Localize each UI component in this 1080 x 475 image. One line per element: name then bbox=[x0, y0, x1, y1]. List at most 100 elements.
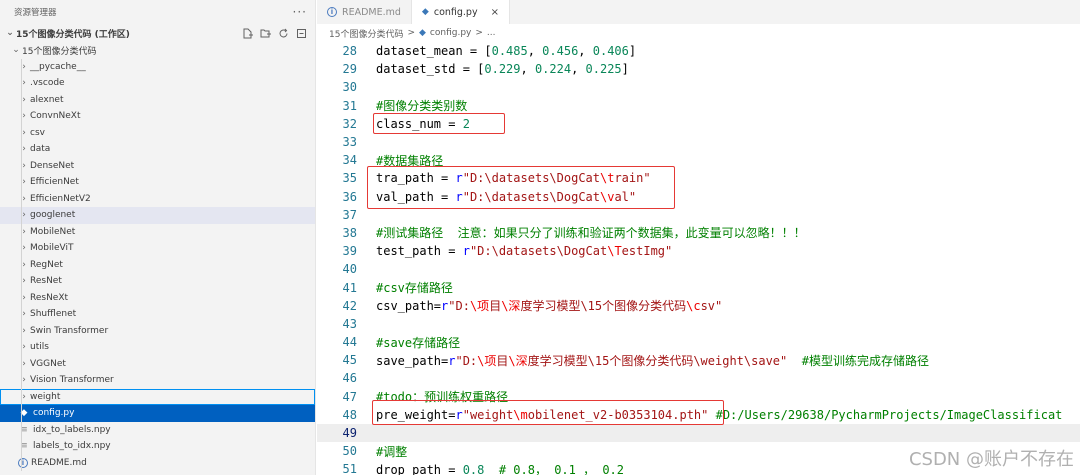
indent-guide bbox=[21, 75, 22, 92]
code-token: #调整 bbox=[376, 444, 408, 459]
close-icon[interactable]: × bbox=[491, 7, 499, 18]
code-line[interactable]: 39 test_path = r"D:\datasets\DogCat\TestI… bbox=[317, 242, 1080, 260]
code-token: , bbox=[578, 44, 593, 59]
tab-label: README.md bbox=[342, 6, 401, 18]
code-line[interactable]: 43 bbox=[317, 315, 1080, 333]
chevron-right-icon: › bbox=[22, 177, 26, 188]
tree-folder-item[interactable]: › ResNet bbox=[0, 273, 315, 290]
info-icon: i bbox=[18, 457, 28, 468]
chevron-right-icon: › bbox=[22, 61, 26, 72]
highlight-box-dataset-paths bbox=[367, 166, 675, 209]
tree-folder-item[interactable]: › DenseNet bbox=[0, 157, 315, 174]
code-text: csv_path=r"D:\项目\深度学习模型\15个图像分类代码\csv" bbox=[357, 297, 722, 314]
code-line[interactable]: 42 csv_path=r"D:\项目\深度学习模型\15个图像分类代码\csv" bbox=[317, 297, 1080, 315]
code-line[interactable]: 33 bbox=[317, 133, 1080, 151]
code-line[interactable]: 30 bbox=[317, 78, 1080, 96]
code-token: #csv存储路径 bbox=[376, 281, 453, 296]
chevron-right-icon: › bbox=[22, 78, 26, 89]
watermark: CSDN @账户不存在 bbox=[908, 449, 1074, 470]
line-number: 36 bbox=[342, 189, 357, 204]
code-line[interactable]: 44 #save存储路径 bbox=[317, 333, 1080, 351]
indent-guide bbox=[21, 207, 22, 224]
line-number: 48 bbox=[342, 407, 357, 422]
line-number: 33 bbox=[342, 135, 357, 150]
tree-folder-item[interactable]: › __pycache__ bbox=[0, 58, 315, 75]
indent-guide bbox=[21, 190, 22, 207]
code-text: #图像分类类别数 bbox=[357, 97, 467, 114]
code-token: , bbox=[520, 62, 535, 77]
more-actions-icon[interactable]: ··· bbox=[293, 5, 307, 19]
tree-folder-item[interactable]: › utils bbox=[0, 339, 315, 356]
line-number: 29 bbox=[342, 62, 357, 77]
highlight-box-class-num bbox=[373, 113, 505, 134]
tree-folder-item[interactable]: › MobileNet bbox=[0, 223, 315, 240]
code-line[interactable]: 38 #测试集路径 注意：如果只分了训练和验证两个数据集，此变量可以忽略！！！ bbox=[317, 224, 1080, 242]
tree-folder-item[interactable]: › MobileViT bbox=[0, 240, 315, 257]
code-token: 度学习模型\15个图像分类代码 bbox=[520, 299, 687, 314]
tree-folder-item[interactable]: › Vision Transformer bbox=[0, 372, 315, 389]
tree-folder-item[interactable]: › googlenet bbox=[0, 207, 315, 224]
code-line[interactable]: 41 #csv存储路径 bbox=[317, 278, 1080, 296]
folder-label: 15个图像分类代码 bbox=[22, 46, 97, 57]
tree-folder-item[interactable]: › ConvnNeXt bbox=[0, 108, 315, 125]
code-text: dataset_std = [0.229, 0.224, 0.225] bbox=[357, 62, 629, 76]
code-token: 0.225 bbox=[585, 62, 622, 77]
new-file-icon[interactable] bbox=[241, 27, 253, 39]
breadcrumb-tail[interactable]: ... bbox=[487, 28, 496, 38]
code-text: drop_path = 0.8 # 0.8， 0.1 ， 0.2 bbox=[357, 461, 624, 475]
workspace-label: 15个图像分类代码 (工作区) bbox=[16, 29, 130, 40]
tree-folder-item[interactable]: › data bbox=[0, 141, 315, 158]
indent-guide bbox=[21, 438, 22, 455]
line-number: 50 bbox=[342, 444, 357, 459]
tree-item-label: utils bbox=[30, 342, 49, 353]
code-token: save_path= bbox=[376, 353, 449, 368]
tree-folder-item[interactable]: › EfficienNetV2 bbox=[0, 190, 315, 207]
breadcrumb-file[interactable]: config.py bbox=[430, 28, 471, 38]
chevron-right-icon: › bbox=[22, 325, 26, 336]
indent-guide bbox=[21, 91, 22, 108]
tree-item-label: idx_to_labels.npy bbox=[33, 424, 111, 435]
code-token: #save存储路径 bbox=[376, 335, 461, 350]
code-line[interactable]: 29 dataset_std = [0.229, 0.224, 0.225] bbox=[317, 60, 1080, 78]
indent-guide bbox=[21, 339, 22, 356]
tree-file-item[interactable]: ≡ labels_to_idx.npy bbox=[0, 438, 315, 455]
tree-file-item[interactable]: i README.md bbox=[0, 454, 315, 471]
tree-folder-item[interactable]: › RegNet bbox=[0, 256, 315, 273]
indent-guide bbox=[21, 322, 22, 339]
code-line[interactable]: 40 bbox=[317, 260, 1080, 278]
code-token: #测试集路径 注意：如果只分了训练和验证两个数据集，此变量可以忽略！！！ bbox=[376, 226, 806, 241]
code-line[interactable]: 28 dataset_mean = [0.485, 0.456, 0.406] bbox=[317, 42, 1080, 60]
tab-readme[interactable]: i README.md bbox=[317, 0, 412, 24]
tree-item-label: ResNeXt bbox=[30, 292, 69, 303]
code-token: csv_path= bbox=[376, 299, 442, 314]
tree-item-label: data bbox=[30, 144, 51, 155]
code-token: , bbox=[571, 62, 586, 77]
workspace-root[interactable]: ⌄ 15个图像分类代码 (工作区) bbox=[0, 24, 315, 42]
tree-file-item[interactable]: ◆ config.py bbox=[0, 405, 315, 422]
tab-config[interactable]: ◆ config.py × bbox=[411, 0, 510, 24]
refresh-icon[interactable] bbox=[277, 27, 289, 39]
tree-folder-item[interactable]: › csv bbox=[0, 124, 315, 141]
tree-folder-item[interactable]: › weight bbox=[0, 388, 315, 405]
line-number: 39 bbox=[342, 244, 357, 259]
breadcrumb-folder[interactable]: 15个图像分类代码 bbox=[329, 27, 403, 40]
code-token: ] bbox=[621, 62, 629, 77]
tree-folder-item[interactable]: › Swin Transformer bbox=[0, 322, 315, 339]
code-line[interactable]: 45 save_path=r"D:\项目\深度学习模型\15个图像分类代码\wei… bbox=[317, 351, 1080, 369]
tree-folder-item[interactable]: › .vscode bbox=[0, 75, 315, 92]
collapse-all-icon[interactable] bbox=[295, 27, 307, 39]
tree-folder-item[interactable]: › Shufflenet bbox=[0, 306, 315, 323]
code-line[interactable]: 49 bbox=[317, 423, 1080, 443]
code-line[interactable]: 46 bbox=[317, 369, 1080, 387]
tree-folder-item[interactable]: › alexnet bbox=[0, 91, 315, 108]
tree-folder-item[interactable]: › ResNeXt bbox=[0, 289, 315, 306]
file-tree: › __pycache__ › .vscode › alexnet › ConvnNeXt › c… bbox=[0, 58, 315, 471]
tree-folder-item[interactable]: › EfficienNet bbox=[0, 174, 315, 191]
tree-folder-item[interactable]: › VGGNet bbox=[0, 355, 315, 372]
folder-root-row[interactable]: ⌄ 15个图像分类代码 bbox=[0, 42, 315, 59]
line-number: 28 bbox=[342, 44, 357, 59]
new-folder-icon[interactable] bbox=[259, 27, 271, 39]
line-number: 37 bbox=[342, 207, 357, 222]
tree-file-item[interactable]: ≡ idx_to_labels.npy bbox=[0, 421, 315, 438]
